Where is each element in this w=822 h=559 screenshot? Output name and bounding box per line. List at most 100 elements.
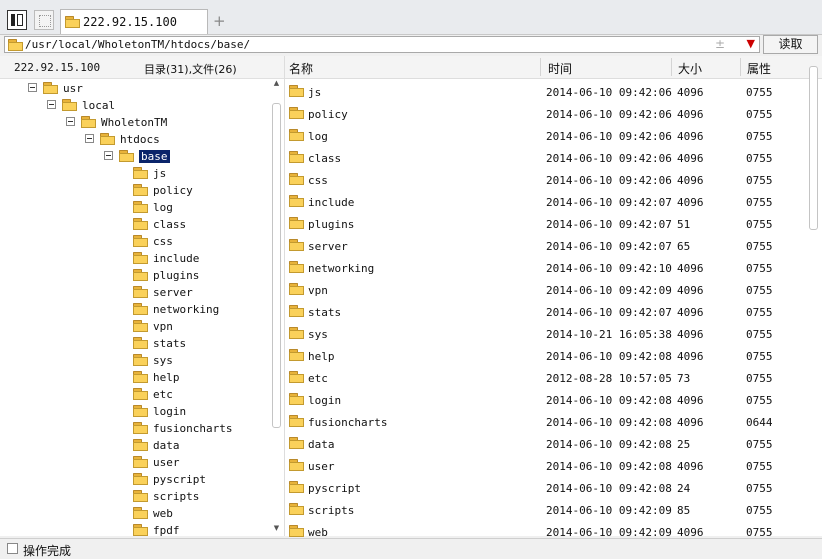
read-button[interactable]: 读取 — [763, 35, 818, 54]
folder-icon — [62, 99, 78, 111]
tree-item-label: fpdf — [153, 524, 180, 537]
table-row[interactable]: log 2014-06-10 09:42:06 4096 0755 — [285, 125, 805, 147]
folder-icon — [289, 415, 305, 427]
column-size[interactable]: 大小 — [678, 60, 702, 77]
table-row[interactable]: vpn 2014-06-10 09:42:09 4096 0755 — [285, 279, 805, 301]
table-row[interactable]: pyscript 2014-06-10 09:42:08 24 0755 — [285, 477, 805, 499]
tree-item[interactable]: fpdf — [0, 522, 268, 539]
table-row[interactable]: scripts 2014-06-10 09:42:09 85 0755 — [285, 499, 805, 521]
table-row[interactable]: css 2014-06-10 09:42:06 4096 0755 — [285, 169, 805, 191]
tree-item[interactable]: scripts — [0, 488, 268, 505]
panel-toggle-button[interactable] — [7, 10, 27, 30]
table-row[interactable]: networking 2014-06-10 09:42:10 4096 0755 — [285, 257, 805, 279]
collapse-icon[interactable] — [47, 100, 56, 109]
tree-item[interactable]: class — [0, 216, 268, 233]
tree-item[interactable]: usr — [0, 80, 268, 97]
tree-item[interactable]: web — [0, 505, 268, 522]
folder-icon — [289, 393, 305, 405]
tree-item-label: htdocs — [120, 133, 160, 146]
cell-name: log — [308, 130, 328, 143]
window-icon — [17, 14, 23, 26]
folder-icon — [133, 320, 149, 332]
folder-icon — [133, 524, 149, 536]
tree-item-label: scripts — [153, 490, 200, 503]
tree-scroll-thumb[interactable] — [272, 103, 281, 428]
cell-name: help — [308, 350, 335, 363]
tree-item[interactable]: pyscript — [0, 471, 268, 488]
tree-item[interactable]: base — [0, 148, 268, 165]
column-divider[interactable] — [540, 58, 541, 76]
tree-item[interactable]: data — [0, 437, 268, 454]
cell-size: 65 — [677, 240, 691, 253]
path-input[interactable]: /usr/local/WholetonTM/htdocs/base/ ± ▼ — [4, 36, 760, 53]
column-divider[interactable] — [671, 58, 672, 76]
tree-header: 222.92.15.100 目录(31),文件(26) — [0, 56, 284, 79]
cell-attr: 0755 — [746, 262, 773, 275]
column-divider[interactable] — [740, 58, 741, 76]
tree-item[interactable]: local — [0, 97, 268, 114]
table-row[interactable]: help 2014-06-10 09:42:08 4096 0755 — [285, 345, 805, 367]
table-row[interactable]: include 2014-06-10 09:42:07 4096 0755 — [285, 191, 805, 213]
new-tab-button[interactable]: + — [213, 12, 226, 30]
tree-item[interactable]: login — [0, 403, 268, 420]
file-list-scroll-thumb[interactable] — [809, 66, 818, 230]
tab-session[interactable]: 222.92.15.100 — [60, 9, 208, 34]
cell-time: 2014-06-10 09:42:06 — [546, 152, 672, 165]
tree-item[interactable]: plugins — [0, 267, 268, 284]
tree-item[interactable]: js — [0, 165, 268, 182]
tree-item-label: policy — [153, 184, 193, 197]
table-row[interactable]: fusioncharts 2014-06-10 09:42:08 4096 0644 — [285, 411, 805, 433]
table-row[interactable]: data 2014-06-10 09:42:08 25 0755 — [285, 433, 805, 455]
collapse-icon[interactable] — [66, 117, 75, 126]
table-row[interactable]: policy 2014-06-10 09:42:06 4096 0755 — [285, 103, 805, 125]
plus-minus-icon[interactable]: ± — [715, 37, 725, 51]
tree-item[interactable]: vpn — [0, 318, 268, 335]
tree-item[interactable]: log — [0, 199, 268, 216]
cell-time: 2014-06-10 09:42:06 — [546, 108, 672, 121]
tree-item[interactable]: htdocs — [0, 131, 268, 148]
table-row[interactable]: stats 2014-06-10 09:42:07 4096 0755 — [285, 301, 805, 323]
tree-item[interactable]: policy — [0, 182, 268, 199]
table-row[interactable]: etc 2012-08-28 10:57:05 73 0755 — [285, 367, 805, 389]
tree-item[interactable]: help — [0, 369, 268, 386]
table-row[interactable]: sys 2014-10-21 16:05:38 4096 0755 — [285, 323, 805, 345]
tree-item[interactable]: user — [0, 454, 268, 471]
collapse-icon[interactable] — [85, 134, 94, 143]
cell-time: 2014-06-10 09:42:08 — [546, 350, 672, 363]
tree-item-label: etc — [153, 388, 173, 401]
table-row[interactable]: user 2014-06-10 09:42:08 4096 0755 — [285, 455, 805, 477]
file-list-scrollbar[interactable] — [808, 56, 819, 536]
cell-attr: 0755 — [746, 504, 773, 517]
tree-item[interactable]: networking — [0, 301, 268, 318]
folder-icon — [289, 195, 305, 207]
scroll-down-icon[interactable]: ▼ — [271, 524, 282, 532]
table-row[interactable]: server 2014-06-10 09:42:07 65 0755 — [285, 235, 805, 257]
column-attr[interactable]: 属性 — [747, 60, 771, 77]
collapse-icon[interactable] — [104, 151, 113, 160]
cell-time: 2014-06-10 09:42:06 — [546, 130, 672, 143]
tree-item[interactable]: sys — [0, 352, 268, 369]
tree-item-label: include — [153, 252, 200, 265]
folder-icon — [133, 235, 149, 247]
tree-item[interactable]: stats — [0, 335, 268, 352]
table-row[interactable]: class 2014-06-10 09:42:06 4096 0755 — [285, 147, 805, 169]
column-time[interactable]: 时间 — [548, 60, 572, 77]
tree-item[interactable]: etc — [0, 386, 268, 403]
tree-scrollbar[interactable]: ▲ ▼ — [271, 78, 282, 536]
cell-time: 2014-06-10 09:42:08 — [546, 394, 672, 407]
folder-icon — [133, 252, 149, 264]
table-row[interactable]: login 2014-06-10 09:42:08 4096 0755 — [285, 389, 805, 411]
tree-item[interactable]: fusioncharts — [0, 420, 268, 437]
scroll-up-icon[interactable]: ▲ — [271, 79, 282, 87]
column-name[interactable]: 名称 — [289, 60, 313, 77]
tab-list-button[interactable] — [34, 10, 54, 30]
folder-icon — [133, 507, 149, 519]
table-row[interactable]: plugins 2014-06-10 09:42:07 51 0755 — [285, 213, 805, 235]
tree-item[interactable]: server — [0, 284, 268, 301]
tree-item[interactable]: css — [0, 233, 268, 250]
table-row[interactable]: js 2014-06-10 09:42:06 4096 0755 — [285, 81, 805, 103]
tree-item[interactable]: include — [0, 250, 268, 267]
collapse-icon[interactable] — [28, 83, 37, 92]
history-dropdown-icon[interactable]: ▼ — [747, 37, 755, 50]
tree-item[interactable]: WholetonTM — [0, 114, 268, 131]
